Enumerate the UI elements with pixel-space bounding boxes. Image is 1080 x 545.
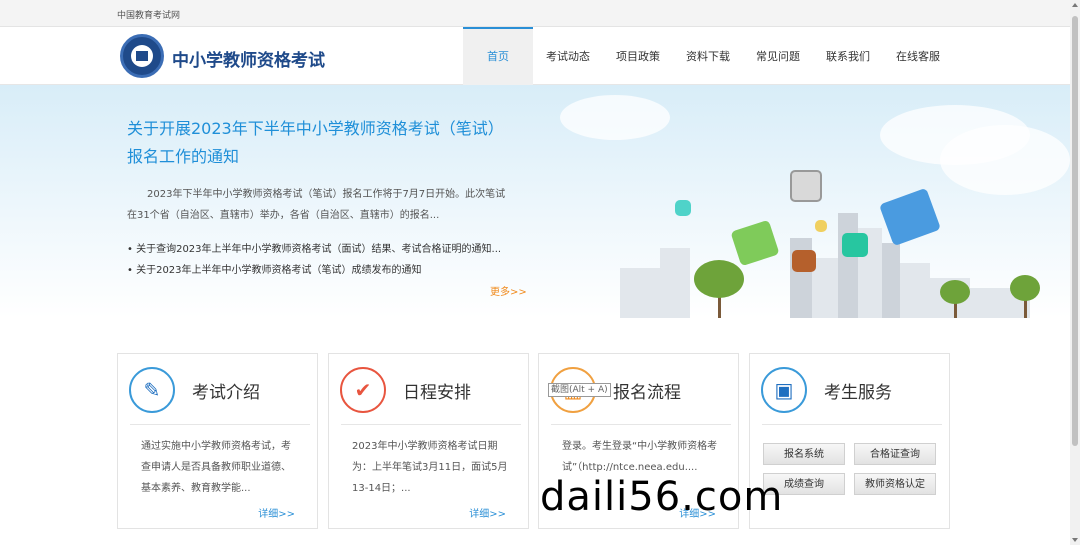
nav-item-home[interactable]: 首页 [463,27,533,85]
banner-headline-link[interactable]: 关于开展2023年下半年中小学教师资格考试（笔试）报名工作的通知 [127,115,512,171]
teacher-certification-button[interactable]: 教师资格认定 [854,473,936,495]
hero-banner: 关于开展2023年下半年中小学教师资格考试（笔试）报名工作的通知 2023年下半… [0,85,1070,318]
cube-decoration [842,233,868,257]
checkmark-icon: ✔ [340,367,386,413]
card-body: 2023年中小学教师资格考试日期为：上半年笔试3月11日，面试5月13-14日；… [352,441,508,494]
card-more-link[interactable]: 详细>> [469,505,506,520]
cube-decoration [815,220,827,232]
tree-decoration [694,260,744,298]
card-title[interactable]: 报名流程 [613,378,681,403]
banner-more-link[interactable]: 更多>> [490,283,527,298]
certificate-query-button[interactable]: 合格证查询 [854,443,936,465]
cube-decoration [792,250,816,272]
city-building [620,268,660,318]
card-exam-intro: ✎ 考试介绍 通过实施中小学教师资格考试，考查申请人是否具备教师职业道德、基本素… [117,353,318,529]
city-building [838,213,858,318]
nav-item-downloads[interactable]: 资料下载 [673,27,743,85]
nav-item-online-service[interactable]: 在线客服 [883,27,953,85]
news-item[interactable]: 关于2023年上半年中小学教师资格考试（笔试）成绩发布的通知 [127,260,522,281]
card-title[interactable]: 考试介绍 [192,378,260,403]
watermark-text: daili56.com [540,474,784,520]
divider [341,424,521,425]
divider [551,424,731,425]
header: 中小学教师资格考试 首页 考试动态 项目政策 资料下载 常见问题 联系我们 在线… [0,27,1070,85]
contact-book-icon: ▣ [761,367,807,413]
nav-item-faq[interactable]: 常见问题 [743,27,813,85]
banner-description: 2023年下半年中小学教师资格考试（笔试）报名工作将于7月7日开始。此次笔试在3… [127,189,506,221]
page-scrollbar[interactable] [1070,0,1080,545]
scrollbar-thumb[interactable] [1072,16,1078,446]
city-building [900,263,930,318]
tree-decoration [1010,275,1040,301]
screenshot-shortcut-tooltip: 截图(Alt + A) [548,383,611,397]
cube-decoration [730,219,780,267]
card-title[interactable]: 日程安排 [403,378,471,403]
nav-item-exam-news[interactable]: 考试动态 [533,27,603,85]
scroll-up-icon[interactable] [1072,3,1078,7]
logo-emblem-icon[interactable] [120,34,164,78]
cube-decoration [790,170,822,202]
top-bar: 中国教育考试网 [0,0,1070,27]
main-nav: 首页 考试动态 项目政策 资料下载 常见问题 联系我们 在线客服 [463,27,953,85]
cube-decoration [878,187,942,247]
card-body: 登录。考生登录“中小学教师资格考试”（http://ntce.neea.edu.… [562,441,718,473]
nav-item-policy[interactable]: 项目政策 [603,27,673,85]
card-title[interactable]: 考生服务 [824,378,892,403]
card-schedule: ✔ 日程安排 2023年中小学教师资格考试日期为：上半年笔试3月11日，面试5月… [328,353,529,529]
card-more-link[interactable]: 详细>> [258,505,295,520]
divider [130,424,310,425]
banner-news-list: 关于查询2023年上半年中小学教师资格考试（面试）结果、考试合格证明的通知...… [127,239,522,281]
divider [762,424,942,425]
nav-item-contact[interactable]: 联系我们 [813,27,883,85]
registration-system-button[interactable]: 报名系统 [763,443,845,465]
logo-title[interactable]: 中小学教师资格考试 [172,46,325,71]
card-body: 通过实施中小学教师资格考试，考查申请人是否具备教师职业道德、基本素养、教育教学能… [141,441,291,494]
city-building [882,243,900,318]
city-building [660,248,690,318]
site-name-link[interactable]: 中国教育考试网 [117,8,180,21]
tree-decoration [940,280,970,304]
news-item[interactable]: 关于查询2023年上半年中小学教师资格考试（面试）结果、考试合格证明的通知... [127,239,522,260]
cube-decoration [675,200,691,216]
cloud-decoration [940,125,1070,195]
document-edit-icon: ✎ [129,367,175,413]
scroll-down-icon[interactable] [1072,538,1078,542]
cloud-decoration [560,95,670,140]
